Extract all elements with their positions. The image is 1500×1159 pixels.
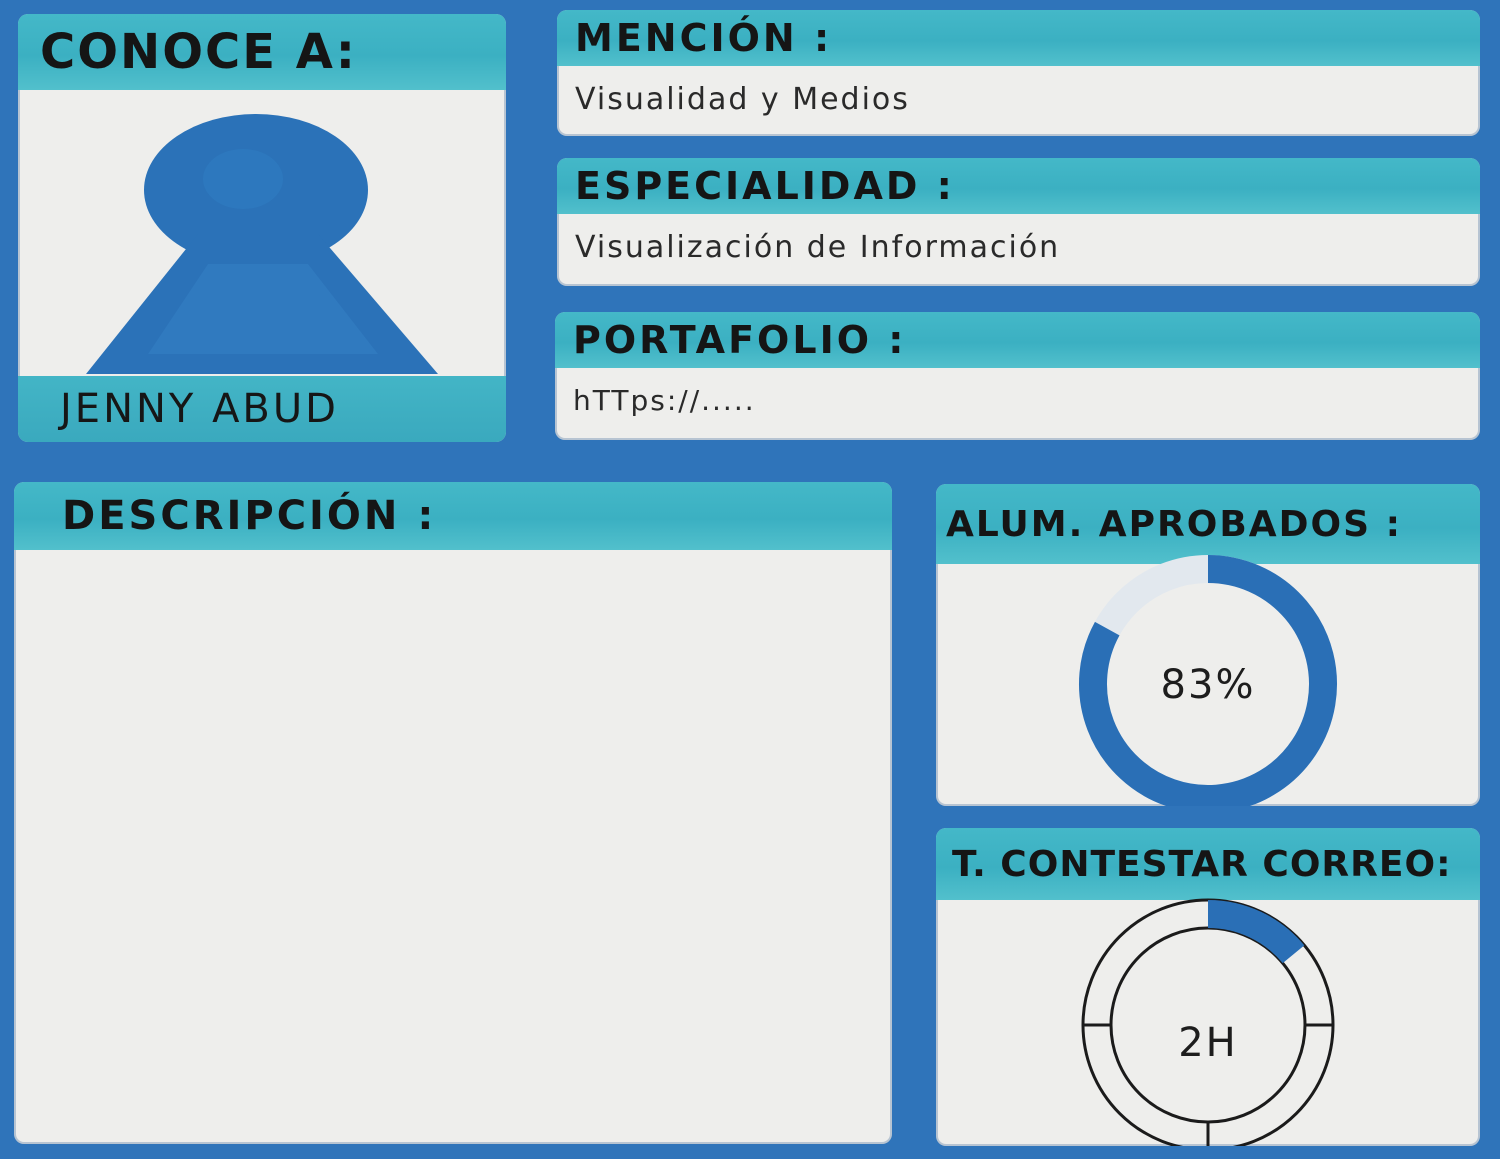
profile-card: CONOCE A: JENNY ABUD	[18, 14, 506, 442]
mencion-panel: MENCIÓN : Visualidad y Medios	[557, 10, 1480, 136]
aprobados-value: 83%	[1160, 662, 1256, 708]
mencion-label: MENCIÓN :	[557, 10, 1480, 66]
profile-board: CONOCE A: JENNY ABUD MENCIÓN : Visualida…	[0, 0, 1500, 1159]
mencion-value: Visualidad y Medios	[575, 82, 910, 117]
contestar-value: 2H	[1178, 1020, 1238, 1066]
especialidad-panel: ESPECIALIDAD : Visualización de Informac…	[557, 158, 1480, 286]
aprobados-panel: ALUM. APROBADOS : 83%	[936, 484, 1480, 806]
contestar-panel: T. CONTESTAR CORREO: 2H	[936, 828, 1480, 1146]
especialidad-label: ESPECIALIDAD :	[557, 158, 1480, 214]
contestar-gauge-arc	[1207, 900, 1305, 964]
descripcion-label: DESCRIPCIÓN :	[14, 482, 892, 550]
portafolio-panel: PORTAFOLIO : hTTps://.....	[555, 312, 1480, 440]
profile-name: JENNY ABUD	[18, 376, 506, 442]
descripcion-panel: DESCRIPCIÓN :	[14, 482, 892, 1144]
aprobados-gauge	[1079, 555, 1337, 806]
contestar-gauge	[1081, 898, 1335, 1146]
portafolio-link[interactable]: hTTps://.....	[573, 384, 756, 417]
portafolio-label: PORTAFOLIO :	[555, 312, 1480, 368]
especialidad-value: Visualización de Información	[575, 230, 1061, 265]
